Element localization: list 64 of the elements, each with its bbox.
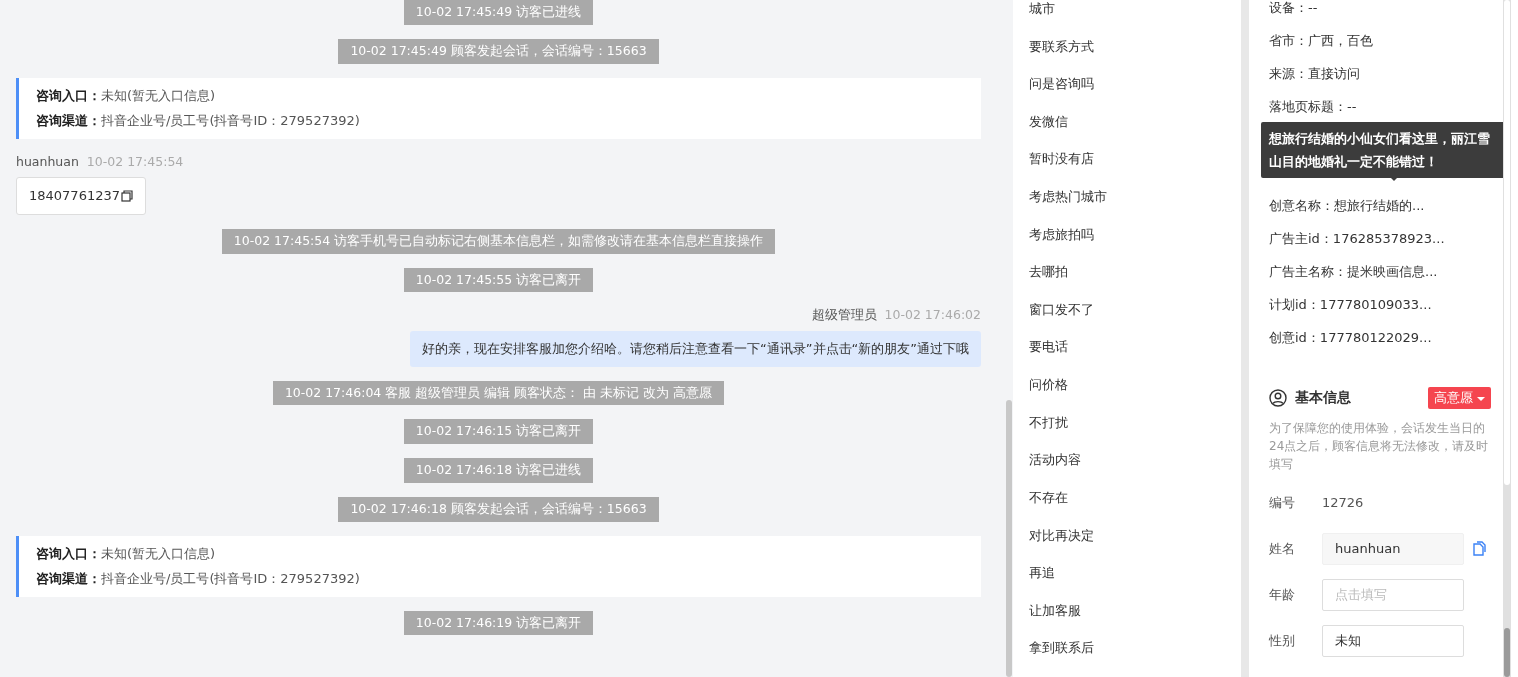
section-title: 基本信息 [1295, 388, 1351, 408]
system-message: 10-02 17:46:04 客服 超级管理员 编辑 顾客状态： 由 未标记 改为 高意愿 [272, 380, 725, 406]
tag-item[interactable]: 去哪拍 [1029, 263, 1241, 301]
tag-item[interactable]: 拿到联系后 [1029, 639, 1241, 677]
tag-item[interactable]: 对比再决定 [1029, 526, 1241, 565]
tag-item[interactable]: 城市 [1029, 0, 1241, 38]
scrollbar-thumb[interactable] [1504, 628, 1510, 677]
tag-item[interactable]: 考虑旅拍吗 [1029, 225, 1241, 264]
message-time: 10-02 17:46:02 [884, 307, 981, 323]
system-message: 10-02 17:46:18 顾客发起会话，会话编号：15663 [338, 496, 659, 522]
source-line: 咨询入口：未知(暂无入口信息) [36, 544, 217, 563]
age-field[interactable]: 点击填写 [1322, 578, 1464, 611]
scrollbar-thumb[interactable] [1006, 400, 1012, 677]
system-message: 10-02 17:45:49 访客已进线 [403, 0, 594, 25]
notice-text: 为了保障您的使用体验，会话发生当日的24点之后，顾客信息将无法修改，请及时填写 [1269, 419, 1490, 473]
tag-item[interactable]: 要电话 [1029, 338, 1241, 377]
field-label: 年龄 [1269, 585, 1296, 604]
system-message: 10-02 17:45:54 访客手机号已自动标记右侧基本信息栏，如需修改请在基本信息栏直接操作 [221, 228, 776, 254]
info-line: 省市：广西，百色 [1269, 33, 1374, 50]
sender-name: huanhuan [16, 153, 79, 169]
message-time: 10-02 17:45:54 [86, 153, 184, 169]
tag-item[interactable]: 暂时没有店 [1029, 150, 1241, 189]
tag-item[interactable]: 问价格 [1029, 376, 1241, 414]
info-line: 创意id：177780122029... [1269, 330, 1433, 347]
info-line: 来源：直接访问 [1269, 66, 1361, 83]
source-line: 咨询渠道：抖音企业号/员工号(抖音号ID：279527392) [36, 570, 361, 588]
status-dropdown[interactable]: 高意愿 [1427, 387, 1491, 409]
tag-item[interactable]: 考虑热门城市 [1029, 188, 1241, 226]
tag-item[interactable]: 再追 [1029, 564, 1241, 602]
tag-item[interactable]: 不打扰 [1029, 413, 1241, 452]
info-line: 创意名称：想旅行结婚的... [1269, 198, 1426, 215]
info-line: 落地页标题：-- [1269, 99, 1358, 116]
caret-icon [1477, 395, 1485, 402]
sender-name: 超级管理员 [811, 307, 877, 323]
field-value: 12726 [1322, 493, 1364, 512]
system-message: 10-02 17:45:55 访客已离开 [403, 267, 594, 293]
field-label: 姓名 [1269, 539, 1296, 558]
tag-item[interactable]: 窗口发不了 [1029, 300, 1241, 339]
gender-select[interactable]: 未知 [1322, 624, 1464, 657]
tag-item[interactable]: 活动内容 [1029, 451, 1241, 489]
field-label: 编号 [1269, 493, 1296, 512]
user-icon [1269, 388, 1287, 407]
message-text: 18407761237 [29, 187, 120, 206]
message-bubble: 好的亲，现在安排客服加您介绍哈。请您稍后注意查看一下“通讯录”并点击“新的朋友”通过下哦 [410, 331, 981, 367]
info-line: 广告主id：176285378923... [1269, 231, 1446, 248]
info-line: 设备：-- [1269, 0, 1319, 17]
tag-item[interactable]: 不存在 [1029, 488, 1241, 527]
system-message: 10-02 17:46:15 访客已离开 [403, 419, 594, 444]
source-line: 咨询渠道：抖音企业号/员工号(抖音号ID：279527392) [36, 112, 361, 130]
info-line: 计划id：177780109033... [1269, 297, 1433, 314]
name-field[interactable]: huanhuan [1322, 532, 1464, 565]
tag-item[interactable]: 要联系方式 [1029, 37, 1241, 76]
system-message: 10-02 17:45:49 顾客发起会话，会话编号：15663 [338, 38, 659, 64]
system-message: 10-02 17:46:18 访客已进线 [403, 458, 594, 483]
source-line: 咨询入口：未知(暂无入口信息) [36, 86, 217, 105]
tooltip: 想旅行结婚的小仙女们看这里，丽江雪山目的地婚礼一定不能错过！ [1261, 122, 1503, 178]
field-label: 性别 [1269, 631, 1296, 650]
info-line: 广告主名称：提米映画信息... [1269, 264, 1439, 281]
copy-icon[interactable] [121, 190, 133, 202]
tag-item[interactable]: 问是咨询吗 [1029, 75, 1241, 113]
tag-item[interactable]: 让加客服 [1029, 601, 1241, 640]
system-message: 10-02 17:46:19 访客已离开 [403, 610, 594, 636]
tag-item[interactable]: 发微信 [1029, 112, 1241, 151]
copy-icon[interactable] [1472, 541, 1486, 556]
